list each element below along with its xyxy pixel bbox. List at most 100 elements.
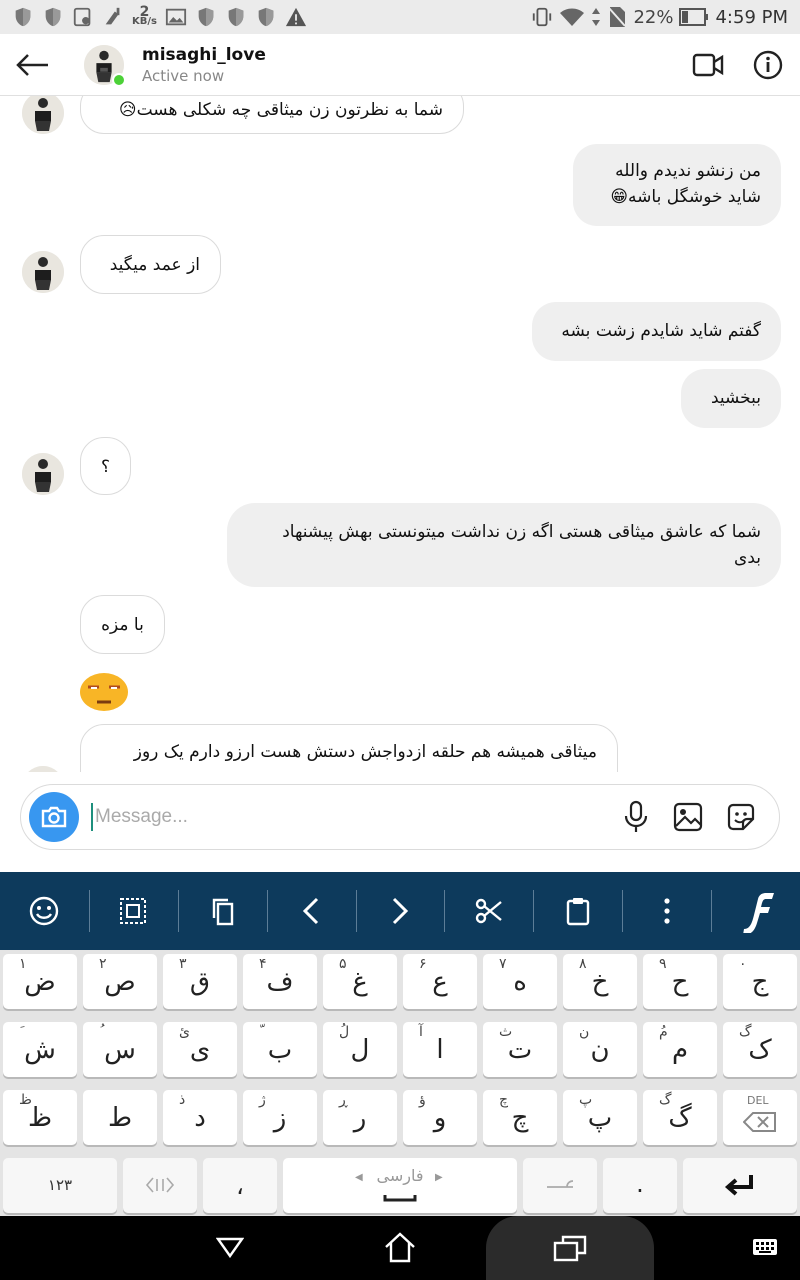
key-row1-4[interactable]: ۵غ (323, 954, 397, 1009)
back-triangle-icon[interactable] (216, 1236, 244, 1258)
sender-avatar[interactable] (22, 251, 64, 293)
delete-key[interactable]: DEL (723, 1090, 797, 1145)
message-composer (20, 784, 780, 850)
message-bubble-outgoing[interactable]: گفتم شاید شایدم زشت بشه (532, 302, 781, 361)
sender-avatar[interactable] (22, 453, 64, 495)
key-row3-1[interactable]: ط (83, 1090, 157, 1145)
key-row1-3[interactable]: ۴ف (243, 954, 317, 1009)
message-line: من زنشو ندیدم والله (615, 161, 761, 181)
key-label: ظ (27, 1103, 53, 1133)
key-row3-3[interactable]: ژز (243, 1090, 317, 1145)
keyboard-logo-button[interactable] (711, 872, 800, 950)
sender-avatar[interactable] (22, 96, 64, 134)
key-row3-2[interactable]: ذد (163, 1090, 237, 1145)
key-row2-9[interactable]: گک (723, 1022, 797, 1077)
message-bubble-outgoing[interactable]: ببخشید (681, 369, 781, 428)
zwnj-key[interactable] (523, 1158, 597, 1213)
sender-avatar[interactable] (22, 766, 64, 772)
key-row2-8[interactable]: مُ م (643, 1022, 717, 1077)
message-bubble-incoming[interactable]: ؟ (80, 437, 131, 495)
message-input[interactable] (91, 803, 621, 831)
enter-key[interactable] (683, 1158, 797, 1213)
key-label: ب (267, 1035, 293, 1065)
key-label: ن (590, 1035, 610, 1065)
key-row1-0[interactable]: ۱ض (3, 954, 77, 1009)
settings-key[interactable] (123, 1158, 197, 1213)
key-label: ر (353, 1103, 367, 1133)
unamused-face-icon[interactable] (80, 672, 128, 712)
key-row2-7[interactable]: نن (563, 1022, 637, 1077)
scissors-icon (475, 898, 502, 924)
keyboard-switch-icon[interactable] (752, 1238, 778, 1256)
key-label: ف (266, 967, 294, 997)
backspace-icon (743, 1112, 776, 1132)
key-row1-8[interactable]: ۹ح (643, 954, 717, 1009)
recents-icon[interactable] (553, 1234, 587, 1262)
key-row3-5[interactable]: ؤو (403, 1090, 477, 1145)
chat-username[interactable]: misaghi_love (142, 45, 266, 65)
message-bubble-outgoing[interactable]: من زنشو ندیدم والله شاید خوشگل باشه😁 (573, 144, 781, 226)
select-all-button[interactable] (88, 872, 178, 950)
key-row1-9[interactable]: ۰ج (723, 954, 797, 1009)
key-row1-7[interactable]: ۸خ (563, 954, 637, 1009)
sticker-icon[interactable] (725, 801, 757, 833)
space-key[interactable]: ◀ فارسی ▶ (283, 1158, 517, 1213)
key-row3-6[interactable]: چچ (483, 1090, 557, 1145)
half-space-icon (547, 1180, 574, 1188)
more-vertical-icon (664, 898, 670, 924)
message-bubble-incoming[interactable]: از عمد میگید (80, 235, 221, 294)
key-row1-6[interactable]: ۷ه (483, 954, 557, 1009)
chevron-right-icon (392, 897, 409, 925)
period-key[interactable]: . (603, 1158, 677, 1213)
more-button[interactable] (622, 872, 711, 950)
period-label: . (636, 1170, 644, 1198)
key-row2-3[interactable]: ّب (243, 1022, 317, 1077)
key-row2-1[interactable]: ُس (83, 1022, 157, 1077)
key-label: ی (189, 1035, 211, 1065)
key-label: ج (751, 967, 769, 997)
message-thread[interactable]: شما به نظرتون زن میثاقی چه شکلی هست😥 من … (0, 96, 800, 772)
gallery-icon (165, 8, 187, 26)
key-row2-2[interactable]: ئی (163, 1022, 237, 1077)
cursor-right-button[interactable] (355, 872, 445, 950)
header-avatar[interactable] (84, 44, 126, 87)
key-row3-4[interactable]: ڕر (323, 1090, 397, 1145)
key-row1-1[interactable]: ۲ص (83, 954, 157, 1009)
info-icon[interactable] (752, 49, 784, 81)
cursor-arrows-icon (145, 1177, 175, 1193)
key-row3-7[interactable]: پپ (563, 1090, 637, 1145)
key-row2-0[interactable]: َش (3, 1022, 77, 1077)
battery-icon (679, 8, 709, 26)
key-row3-8[interactable]: گگ (643, 1090, 717, 1145)
cursor-left-button[interactable] (266, 872, 356, 950)
active-status: Active now (142, 66, 225, 85)
microphone-icon[interactable] (621, 800, 651, 834)
smiley-icon (30, 896, 59, 926)
key-row2-4[interactable]: لُ ل (323, 1022, 397, 1077)
video-call-icon[interactable] (692, 52, 724, 78)
key-row3-0[interactable]: ظظ (3, 1090, 77, 1145)
emoji-button[interactable] (0, 872, 89, 950)
key-row2-6[interactable]: ثت (483, 1022, 557, 1077)
screen: 2 KB/s 22% 4:59 PM misaghi_love Active n… (0, 0, 800, 1280)
numbers-key[interactable]: ۱۲۳ (3, 1158, 117, 1213)
key-row2-5[interactable]: آا (403, 1022, 477, 1077)
camera-button[interactable] (29, 792, 79, 842)
paste-button[interactable] (533, 872, 622, 950)
comma-key[interactable]: ، (203, 1158, 277, 1213)
message-bubble-outgoing[interactable]: شما که عاشق میثاقی هستی اگه زن نداشت میت… (227, 503, 781, 587)
gallery-icon[interactable] (673, 802, 703, 832)
key-label: ل (350, 1035, 370, 1065)
home-icon[interactable] (383, 1230, 417, 1264)
key-row1-2[interactable]: ۳ق (163, 954, 237, 1009)
key-label: ق (189, 967, 211, 997)
key-row1-5[interactable]: ۶ع (403, 954, 477, 1009)
message-bubble-incoming[interactable]: شما به نظرتون زن میثاقی چه شکلی هست😥 (80, 96, 464, 134)
copy-button[interactable] (177, 872, 267, 950)
back-button[interactable] (0, 34, 64, 96)
key-label: ک (748, 1035, 772, 1065)
cut-button[interactable] (444, 872, 533, 950)
warning-icon (285, 7, 307, 27)
message-bubble-incoming[interactable]: میثاقی همیشه هم حلقه ازدواجش دستش هست ار… (80, 724, 618, 772)
message-bubble-incoming[interactable]: با مزه (80, 595, 165, 654)
